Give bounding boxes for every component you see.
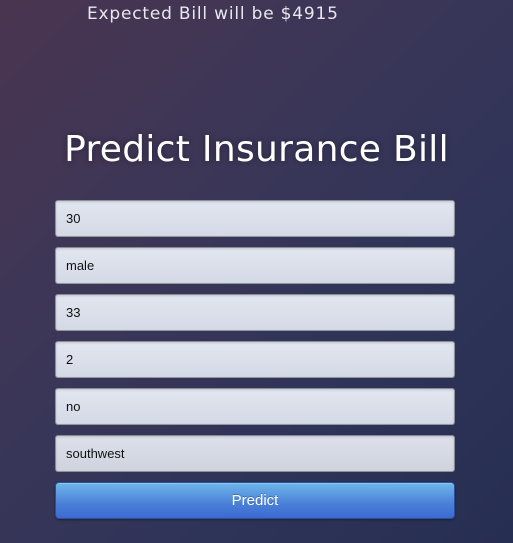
- predict-form: Predict: [55, 200, 455, 519]
- age-input[interactable]: [55, 200, 455, 237]
- prediction-result-text: Expected Bill will be $4915: [87, 4, 339, 24]
- predict-button[interactable]: Predict: [55, 482, 455, 519]
- region-input[interactable]: [55, 435, 455, 472]
- page-title: Predict Insurance Bill: [64, 129, 449, 170]
- smoker-input[interactable]: [55, 388, 455, 425]
- children-input[interactable]: [55, 341, 455, 378]
- sex-input[interactable]: [55, 247, 455, 284]
- bmi-input[interactable]: [55, 294, 455, 331]
